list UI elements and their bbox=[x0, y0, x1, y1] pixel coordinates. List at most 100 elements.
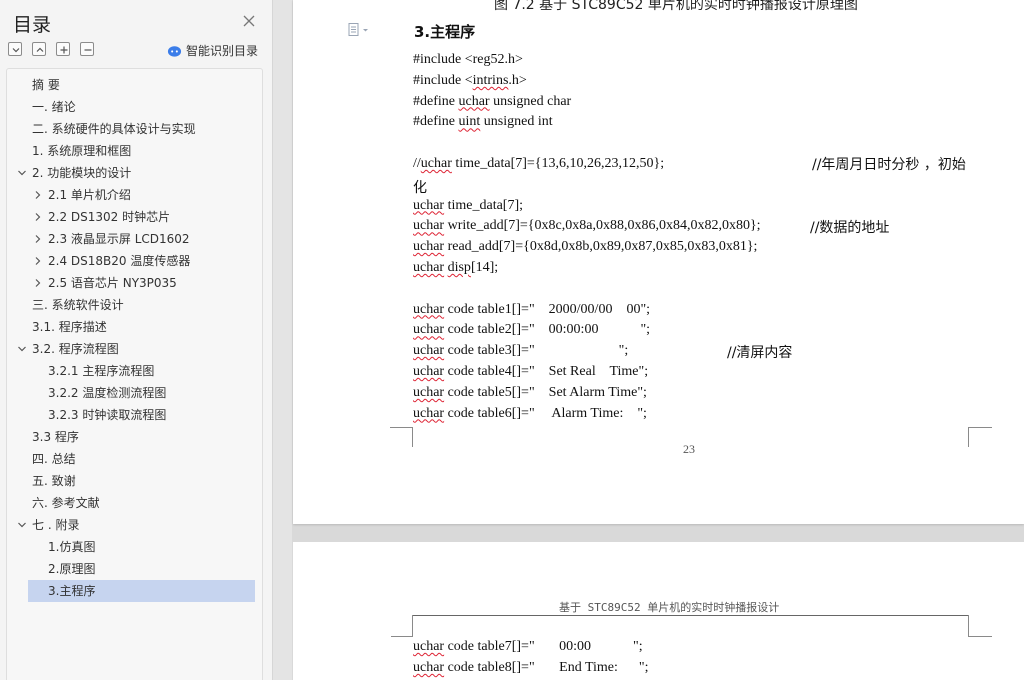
sidebar-title: 目录 bbox=[13, 14, 52, 36]
toc-item[interactable]: 2.1 单片机介绍 bbox=[7, 184, 257, 206]
toc-item-label: 2.原理图 bbox=[48, 562, 96, 576]
smart-toc-button[interactable]: 智能识别目录 bbox=[167, 42, 258, 58]
section-heading: 3.主程序 bbox=[414, 23, 476, 41]
code-text: 化 bbox=[413, 179, 427, 196]
spellcheck-word: uchar bbox=[458, 93, 490, 109]
toc-item[interactable]: 摘 要 bbox=[7, 74, 257, 96]
close-icon[interactable] bbox=[240, 12, 258, 30]
chevron-right-icon[interactable] bbox=[33, 190, 43, 200]
code-line: #define uint unsigned int bbox=[413, 114, 553, 130]
toc-item[interactable]: 2.原理图 bbox=[7, 558, 257, 580]
toc-item[interactable]: 2.4 DS18B20 温度传感器 bbox=[7, 250, 257, 272]
code-text: // bbox=[413, 156, 421, 171]
toc-item-label: 摘 要 bbox=[32, 78, 60, 92]
toc-item-label: 五. 致谢 bbox=[32, 474, 76, 488]
chevron-right-icon[interactable] bbox=[33, 278, 43, 288]
toc-item[interactable]: 2.3 液晶显示屏 LCD1602 bbox=[7, 228, 257, 250]
toc-item-label: 2.1 单片机介绍 bbox=[48, 188, 131, 202]
toc-item[interactable]: 2.2 DS1302 时钟芯片 bbox=[7, 206, 257, 228]
toc-item-label: 2.2 DS1302 时钟芯片 bbox=[48, 210, 171, 224]
outline-sidebar: 目录 智能识别目录 摘 要一. 绪论二. 系统硬件的具体设计与实现 1. 系统原理… bbox=[0, 0, 272, 680]
toc-item[interactable]: 2.5 语音芯片 NY3P035 bbox=[7, 272, 257, 294]
toc-item-label: 三. 系统软件设计 bbox=[32, 298, 124, 312]
code-line: //uchar time_data[7]={13,6,10,26,23,12,5… bbox=[413, 156, 664, 172]
toc-item[interactable]: 3.2.1 主程序流程图 bbox=[7, 360, 257, 382]
spellcheck-word: uchar bbox=[413, 364, 445, 379]
collapse-all-button[interactable] bbox=[32, 42, 46, 56]
document-page: 基于 STC89C52 单片机的实时时钟播报设计 uchar code tabl… bbox=[293, 542, 1024, 680]
code-text: time_data[7]={13,6,10,26,23,12,50}; bbox=[451, 156, 665, 171]
toc-item-label: 3.2.3 时钟读取流程图 bbox=[48, 408, 167, 422]
page-corner-mark bbox=[968, 427, 992, 447]
spellcheck-word: uchar bbox=[413, 343, 445, 359]
toc-item[interactable]: 三. 系统软件设计 bbox=[7, 294, 257, 316]
code-text: #include <reg52.h> bbox=[413, 52, 523, 67]
chevron-down-icon bbox=[12, 48, 20, 53]
toc-item-label: 二. 系统硬件的具体设计与实现 bbox=[32, 122, 196, 136]
spellcheck-word: uchar bbox=[413, 197, 445, 213]
code-text: write_add[7]={0x8c,0x8a,0x88,0x86,0x84,0… bbox=[444, 218, 761, 234]
chevron-right-icon[interactable] bbox=[33, 234, 43, 244]
code-line: uchar code table8[]=" End Time: "; bbox=[413, 660, 649, 676]
toc-item[interactable]: 3.2.2 温度检测流程图 bbox=[7, 382, 257, 404]
page-corner-mark bbox=[391, 615, 413, 637]
toc-item[interactable]: 七 . 附录 bbox=[7, 514, 257, 536]
document-area[interactable]: 图 7.2 基于 STC89C52 单片机的实时时钟播报设计原理图 3.主程序 … bbox=[292, 0, 1024, 680]
inline-comment: //清屏内容 bbox=[727, 345, 793, 361]
chevron-down-icon[interactable] bbox=[17, 168, 27, 178]
code-line: #include <intrins.h> bbox=[413, 73, 527, 89]
chevron-down-icon[interactable] bbox=[17, 520, 27, 530]
toc-item[interactable]: 二. 系统硬件的具体设计与实现 bbox=[7, 118, 257, 140]
sidebar-splitter[interactable] bbox=[272, 0, 292, 680]
add-heading-button[interactable] bbox=[56, 42, 70, 56]
toc-item-label: 3.3 程序 bbox=[32, 430, 79, 444]
toc-item[interactable]: 四. 总结 bbox=[7, 448, 257, 470]
document-page: 图 7.2 基于 STC89C52 单片机的实时时钟播报设计原理图 3.主程序 … bbox=[293, 0, 1024, 524]
code-line: uchar code table6[]=" Alarm Time: "; bbox=[413, 406, 647, 422]
chevron-up-icon bbox=[36, 47, 44, 52]
code-text: code table7[]=" 00:00 "; bbox=[444, 639, 643, 654]
toc-item-label: 3.2.1 主程序流程图 bbox=[48, 364, 155, 378]
toc-item[interactable]: 2. 功能模块的设计 bbox=[7, 162, 257, 184]
spellcheck-word: uchar bbox=[413, 218, 445, 234]
toc-item[interactable]: 3.2. 程序流程图 bbox=[7, 338, 257, 360]
toc-item-label: 2.3 液晶显示屏 LCD1602 bbox=[48, 232, 190, 246]
spellcheck-word: uchar bbox=[413, 239, 445, 255]
page-corner-mark bbox=[968, 615, 992, 637]
code-text: time_data[7]; bbox=[444, 197, 524, 213]
spellcheck-word: disp bbox=[447, 260, 471, 275]
toc-item[interactable]: 六. 参考文献 bbox=[7, 492, 257, 514]
toc-item[interactable]: 3.3 程序 bbox=[7, 426, 257, 448]
toc-item[interactable]: 五. 致谢 bbox=[7, 470, 257, 492]
code-text: code table8[]=" End Time: "; bbox=[444, 660, 649, 675]
toc-item[interactable]: 一. 绪论 bbox=[7, 96, 257, 118]
expand-all-button[interactable] bbox=[8, 42, 22, 56]
toc-item[interactable]: 1.仿真图 bbox=[7, 536, 257, 558]
chevron-right-icon[interactable] bbox=[33, 256, 43, 266]
plus-icon bbox=[60, 46, 68, 54]
figure-caption: 图 7.2 基于 STC89C52 单片机的实时时钟播报设计原理图 bbox=[494, 0, 858, 13]
chevron-right-icon[interactable] bbox=[33, 212, 43, 222]
code-line: uchar code table4[]=" Set Real Time"; bbox=[413, 364, 648, 380]
spellcheck-word: uchar bbox=[413, 405, 445, 421]
code-text: unsigned int bbox=[480, 114, 553, 130]
ai-cloud-icon bbox=[167, 45, 182, 57]
code-line: uchar time_data[7]; bbox=[413, 198, 523, 214]
spellcheck-word: intrins bbox=[472, 72, 509, 88]
paragraph-menu-icon[interactable] bbox=[348, 23, 370, 37]
code-text: code table5[]=" Set Alarm Time"; bbox=[444, 384, 647, 400]
remove-heading-button[interactable] bbox=[80, 42, 94, 56]
smart-toc-label: 智能识别目录 bbox=[186, 43, 259, 58]
spellcheck-word: uint bbox=[458, 114, 481, 130]
code-line: uchar code table3[]=" "; bbox=[413, 343, 628, 359]
toc-item-label: 四. 总结 bbox=[32, 452, 76, 466]
chevron-down-icon[interactable] bbox=[17, 344, 27, 354]
code-text: #define bbox=[413, 93, 459, 109]
toc-item[interactable]: 3.1. 程序描述 bbox=[7, 316, 257, 338]
code-text: code table6[]=" Alarm Time: "; bbox=[444, 405, 647, 421]
toc-item[interactable]: 1. 系统原理和框图 bbox=[7, 140, 257, 162]
spellcheck-word: uchar bbox=[413, 322, 445, 338]
code-text: #define bbox=[413, 114, 459, 130]
toc-item[interactable]: 3.主程序 bbox=[28, 580, 255, 602]
toc-item[interactable]: 3.2.3 时钟读取流程图 bbox=[7, 404, 257, 426]
